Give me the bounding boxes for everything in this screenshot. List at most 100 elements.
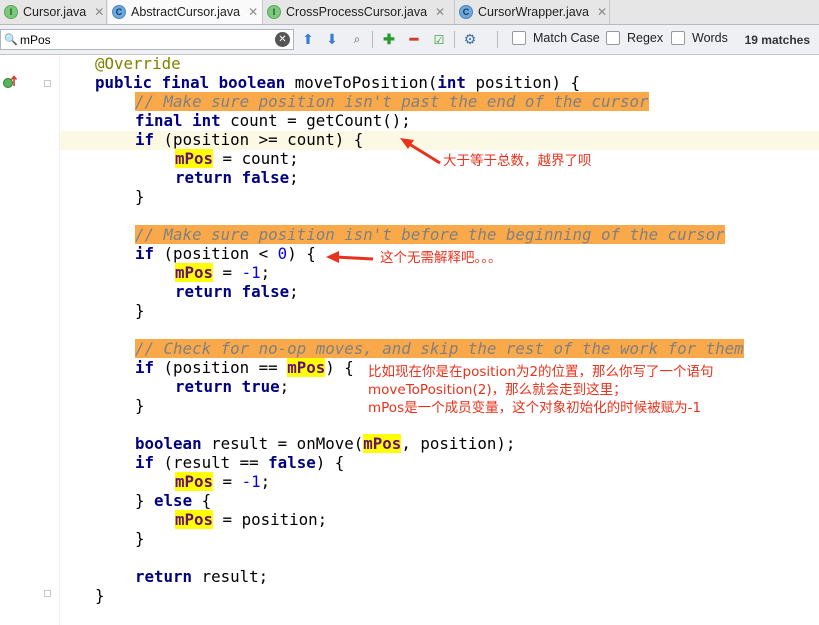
code-line: mPos = position; [175, 510, 327, 529]
code-line: } else { [135, 491, 211, 510]
code-token: ; [279, 377, 290, 396]
code-editor[interactable]: @Override public final boolean moveToPos… [0, 54, 819, 625]
tab-crossprocesscursor-java[interactable]: I CrossProcessCursor.java ✕ [263, 0, 455, 24]
next-occurrence-icon[interactable]: ⬇ [322, 30, 342, 49]
number-token: -1 [241, 472, 261, 491]
words-label: Words [692, 31, 728, 45]
search-icon[interactable]: 🔍 [4, 33, 18, 46]
search-match: mPos [175, 510, 214, 529]
match-case-checkbox[interactable]: Match Case [512, 31, 600, 45]
settings-icon[interactable]: ⚙ [460, 30, 480, 49]
remove-occurrence-icon[interactable]: ━ [404, 30, 424, 49]
code-comment-line: // Make sure position isn't past the end… [135, 92, 649, 111]
clear-icon[interactable]: ✕ [275, 32, 290, 47]
code-token: ) { [325, 358, 354, 377]
fold-marker-icon[interactable] [44, 590, 51, 597]
comment-token: // Check for no-op moves, and skip the r… [135, 339, 744, 358]
code-line: final int count = getCount(); [135, 111, 411, 130]
tab-abstractcursor-java[interactable]: C AbstractCursor.java ✕ [108, 0, 263, 24]
toolbar-separator [497, 31, 498, 48]
keyword-token: return [175, 377, 233, 396]
close-tab-icon[interactable]: ✕ [248, 5, 258, 19]
code-line: } [95, 586, 105, 605]
regex-label: Regex [627, 31, 664, 45]
keyword-token: int [437, 73, 466, 92]
code-token: moveToPosition( [285, 73, 438, 92]
keyword-token: return [135, 567, 193, 586]
keyword-token: if [135, 358, 155, 377]
code-token: } [95, 586, 105, 605]
close-tab-icon[interactable]: ✕ [94, 5, 104, 19]
search-input[interactable] [20, 31, 270, 48]
search-match: mPos [287, 358, 326, 377]
code-token: (position == [154, 358, 288, 377]
code-line: public final boolean moveToPosition(int … [95, 73, 580, 92]
override-method-icon[interactable] [2, 75, 18, 89]
keyword-token: if [135, 244, 155, 263]
select-all-occurrences-icon[interactable]: ☑ [429, 30, 449, 49]
match-count: 19 matches [744, 33, 810, 47]
words-checkbox[interactable]: Words [671, 31, 728, 45]
tab-label: CursorWrapper.java [478, 5, 589, 19]
keyword-token: if [135, 130, 155, 149]
number-token: 0 [277, 244, 288, 263]
match-case-label: Match Case [533, 31, 600, 45]
code-line: if (position == mPos) { [135, 358, 354, 377]
class-icon: C [459, 5, 473, 19]
comment-token: // Make sure position isn't past the end… [135, 92, 649, 111]
close-tab-icon[interactable]: ✕ [435, 5, 445, 19]
code-token: (position >= count) { [154, 130, 364, 149]
checkbox-box[interactable] [512, 31, 526, 45]
code-token: (result == [154, 453, 269, 472]
code-line: if (position >= count) { [135, 130, 363, 149]
search-match: mPos [175, 149, 214, 168]
toolbar-separator [372, 31, 373, 48]
code-line: mPos = count; [175, 149, 299, 168]
tab-cursor-java[interactable]: I Cursor.java ✕ [0, 0, 107, 24]
checkbox-box[interactable] [671, 31, 685, 45]
code-token: = [213, 472, 242, 491]
code-token: } [135, 187, 145, 206]
code-token: } [135, 529, 145, 548]
code-token: ; [260, 263, 271, 282]
search-match: mPos [363, 434, 402, 453]
code-token: } [135, 396, 145, 415]
interface-icon: I [4, 5, 18, 19]
code-token: } [135, 301, 145, 320]
code-line: mPos = -1; [175, 263, 270, 282]
keyword-token: return [175, 282, 233, 301]
tab-label: CrossProcessCursor.java [286, 5, 428, 19]
previous-occurrence-icon[interactable]: ⬆ [298, 30, 318, 49]
tab-cursorwrapper-java[interactable]: C CursorWrapper.java ✕ [455, 0, 610, 24]
code-token: ; [289, 282, 299, 301]
search-box[interactable]: 🔍 ✕ [0, 29, 294, 50]
add-occurrence-icon[interactable]: ✚ [379, 30, 399, 49]
code-line: } [135, 396, 145, 415]
class-icon: C [112, 5, 126, 19]
toolbar-separator [454, 31, 455, 48]
close-tab-icon[interactable]: ✕ [597, 5, 607, 19]
code-line: return false; [175, 168, 299, 187]
annotation-note: moveToPosition(2)，那么就会走到这里； [368, 382, 627, 398]
keyword-token: else [154, 491, 193, 510]
code-token: ) { [287, 244, 316, 263]
annotation-arrow-icon [400, 138, 441, 165]
checkbox-box[interactable] [606, 31, 620, 45]
search-match: mPos [175, 472, 214, 491]
code-comment-line: // Check for no-op moves, and skip the r… [135, 339, 744, 358]
keyword-token: public final boolean [95, 73, 286, 92]
keyword-token: if [135, 453, 155, 472]
code-line: return true; [175, 377, 289, 396]
fold-marker-icon[interactable] [44, 80, 51, 87]
regex-checkbox[interactable]: Regex [606, 31, 663, 45]
search-match: mPos [175, 263, 214, 282]
tab-label: AbstractCursor.java [131, 5, 241, 19]
keyword-token: true [241, 377, 280, 396]
keyword-token: return [175, 168, 233, 187]
annotation-note: 大于等于总数，越界了呗 [443, 153, 592, 169]
code-line: mPos = -1; [175, 472, 270, 491]
editor-gutter [0, 55, 60, 625]
code-token: = [213, 263, 242, 282]
code-token: count = getCount(); [220, 111, 411, 130]
find-all-icon[interactable]: ⌕ [347, 30, 367, 49]
